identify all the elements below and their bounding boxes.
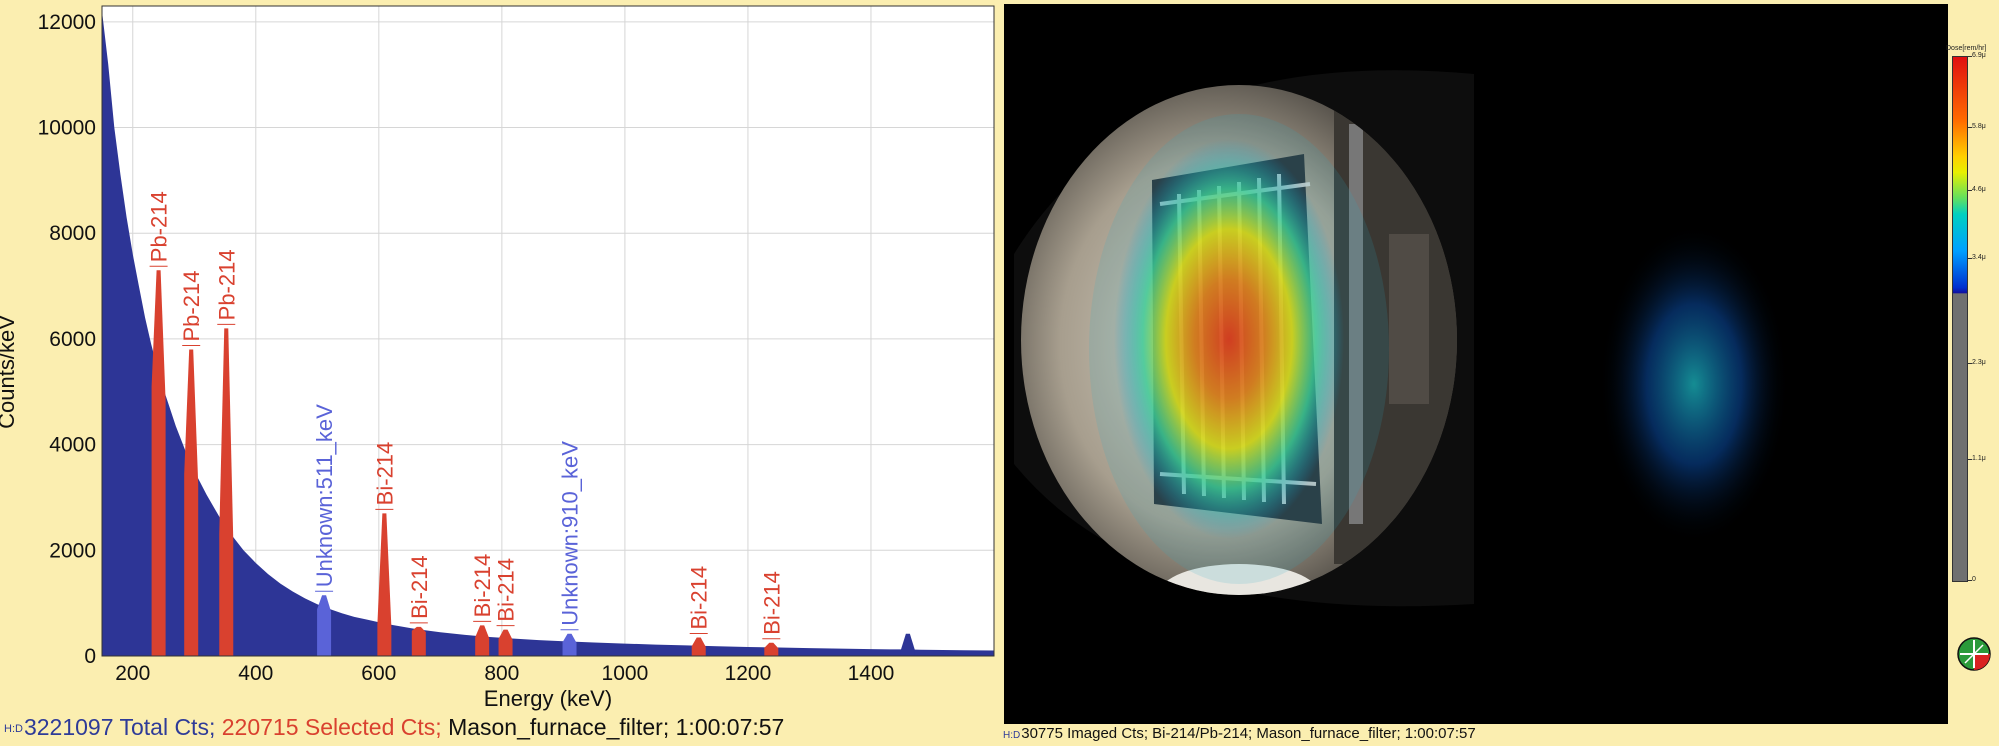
selected-counts: 220715 Selected Cts; [221, 714, 442, 740]
peak-label: Bi-214 [494, 558, 519, 622]
colorbar-label: 3.4μ [1972, 253, 1986, 261]
x-tick-label: 200 [115, 662, 150, 685]
colorbar-title: Dose[rem/hr] [1946, 45, 1987, 52]
peak-label: Bi-214 [759, 571, 784, 635]
y-axis-label: Counts/keV [0, 315, 19, 429]
peak-label: Pb-214 [214, 249, 239, 320]
peak-label: Unknown:910_keV [558, 441, 583, 626]
compass-icon[interactable] [1956, 636, 1992, 672]
colorbar-label: 0 [1972, 576, 1976, 583]
elapsed-time: 1:00:07:57 [675, 714, 785, 740]
x-tick-label: 1000 [602, 662, 649, 685]
gamma-image-overlay [1014, 70, 1789, 607]
colorbar-label: 1.1μ [1972, 455, 1986, 463]
y-tick-label: 8000 [49, 222, 96, 245]
peak-label: Bi-214 [687, 566, 712, 630]
colorbar-label: 2.3μ [1972, 358, 1986, 366]
y-tick-label: 2000 [49, 539, 96, 562]
peak-marker [411, 626, 426, 656]
colorbar-tick [1967, 257, 1972, 259]
colorbar-tick [1967, 362, 1972, 364]
spectrum-status-bar: H:D3221097 Total Cts; 220715 Selected Ct… [4, 714, 784, 741]
peak-label: Unknown:511_keV [312, 404, 337, 587]
spectrum-chart[interactable]: 0 2000 4000 6000 8000 10000 12000 200 400 600 800 1… [0, 0, 1002, 746]
colorbar-tick [1967, 580, 1972, 581]
file-name: Mason_furnace_filter; [448, 714, 670, 740]
colorbar-tick [1967, 189, 1972, 191]
colorbar-tick [1967, 459, 1972, 461]
gamma-image-panel[interactable] [1004, 4, 1948, 724]
spectrum-panel[interactable]: 0 2000 4000 6000 8000 10000 12000 200 400 600 800 1… [0, 0, 1002, 746]
hd-indicator: H:D [4, 722, 23, 735]
y-tick-label: 10000 [38, 117, 96, 140]
peak-label: Pb-214 [147, 191, 172, 262]
colorbar-label: 5.8μ [1972, 122, 1986, 130]
x-tick-label: 1200 [725, 662, 772, 685]
x-tick-label: 400 [238, 662, 273, 685]
y-tick-label: 12000 [38, 11, 96, 34]
image-status-bar: H:D30775 Imaged Cts; Bi-214/Pb-214; Maso… [1003, 725, 1476, 742]
y-tick-label: 0 [84, 645, 96, 668]
x-tick-label: 600 [361, 662, 396, 685]
y-tick-label: 4000 [49, 434, 96, 457]
colorbar-label: 4.6μ [1972, 185, 1986, 193]
peak-label: Bi-214 [407, 555, 432, 619]
colorbar-tick [1967, 56, 1972, 57]
y-tick-label: 6000 [49, 328, 96, 351]
x-tick-label: 800 [484, 662, 519, 685]
image-status-text: 30775 Imaged Cts; Bi-214/Pb-214; Mason_f… [1021, 725, 1476, 742]
hd-indicator: H:D [1003, 730, 1021, 741]
peak-label: Pb-214 [179, 271, 204, 342]
x-axis-label: Energy (keV) [484, 686, 612, 711]
dose-colorbar [1952, 56, 1968, 582]
peak-label: Bi-214 [470, 554, 495, 618]
x-tick-label: 1400 [848, 662, 895, 685]
colorbar-label: 6.9μ [1972, 52, 1986, 59]
total-counts: 3221097 Total Cts; [23, 714, 216, 740]
colorbar-tick [1967, 126, 1972, 128]
peak-label: Bi-214 [372, 442, 397, 506]
